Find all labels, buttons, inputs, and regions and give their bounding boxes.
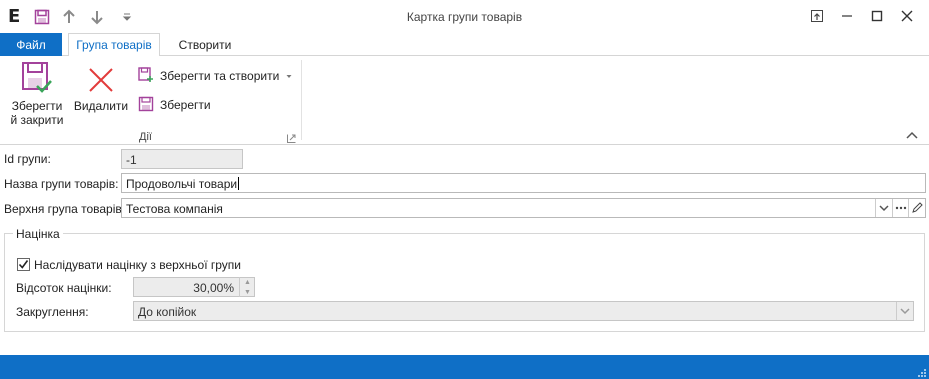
close-icon[interactable]: [893, 4, 921, 28]
spin-up-icon[interactable]: ▲: [240, 277, 255, 287]
minimize-icon[interactable]: [833, 4, 861, 28]
save-create-icon: [138, 66, 154, 86]
delete-button[interactable]: Видалити: [72, 59, 130, 113]
id-label: Id групи:: [4, 152, 51, 166]
tab-create[interactable]: Створити: [170, 33, 240, 57]
collapse-ribbon-icon[interactable]: [904, 128, 920, 142]
form-area: Id групи: -1 Назва групи товарів: Продов…: [0, 145, 929, 355]
rounding-label: Закруглення:: [16, 305, 89, 319]
save-label: Зберегти: [160, 98, 211, 112]
resize-grip-icon[interactable]: [917, 367, 927, 377]
ribbon-group-label-actions: Дії: [139, 131, 152, 143]
markup-percent-field[interactable]: 30,00%: [133, 277, 255, 297]
window-title: Картка групи товарів: [406, 10, 523, 24]
arrow-down-icon[interactable]: [87, 7, 107, 27]
save-icon[interactable]: [32, 7, 52, 27]
delete-label: Видалити: [73, 99, 129, 113]
parent-group-edit-icon[interactable]: [908, 199, 925, 217]
tab-file[interactable]: Файл: [0, 33, 62, 56]
parent-group-browse-icon[interactable]: [892, 199, 909, 217]
delete-icon: [84, 59, 118, 95]
ribbon-tabs: Файл Група товарів Створити: [0, 33, 929, 57]
inherit-markup-label[interactable]: Наслідувати націнку з верхньої групи: [34, 258, 241, 272]
rounding-dropdown-icon[interactable]: [896, 302, 913, 320]
parent-group-value: Тестова компанія: [126, 202, 223, 216]
inherit-markup-checkbox[interactable]: [17, 258, 30, 271]
name-label: Назва групи товарів:: [4, 177, 119, 191]
save-close-label: Зберегти й закрити: [10, 99, 64, 127]
arrow-up-icon[interactable]: [59, 7, 79, 27]
text-caret: [238, 177, 240, 190]
markup-group-title: Націнка: [13, 227, 63, 241]
markup-percent-label: Відсоток націнки:: [16, 281, 112, 295]
save-close-button[interactable]: Зберегти й закрити: [8, 59, 66, 127]
customize-dropdown-icon[interactable]: [117, 7, 137, 27]
tab-product-group[interactable]: Група товарів: [68, 33, 160, 57]
ribbon-group-separator: [301, 60, 302, 140]
markup-percent-spinner[interactable]: ▲ ▼: [239, 277, 255, 297]
dialog-launcher-icon[interactable]: [287, 132, 296, 143]
title-bar: E Картка групи товарів: [0, 0, 929, 33]
parent-group-field[interactable]: Тестова компанія: [121, 198, 926, 218]
pin-icon[interactable]: [803, 4, 831, 28]
save-small-icon: [138, 96, 154, 115]
parent-group-dropdown-icon[interactable]: [875, 199, 892, 217]
rounding-select[interactable]: До копійок: [133, 301, 914, 321]
save-create-dropdown-icon[interactable]: [285, 69, 293, 83]
status-bar: [0, 355, 929, 379]
save-create-button[interactable]: Зберегти та створити: [138, 65, 293, 87]
save-close-icon: [20, 59, 54, 95]
ribbon: Зберегти й закрити Видалити Зберегти та …: [0, 56, 929, 145]
name-field-value: Продовольчі товари: [126, 177, 238, 191]
app-logo: E: [8, 6, 21, 27]
id-field[interactable]: -1: [121, 149, 243, 169]
maximize-icon[interactable]: [863, 4, 891, 28]
parent-group-label: Верхня група товарів:: [4, 202, 126, 216]
name-field[interactable]: Продовольчі товари: [121, 173, 926, 193]
save-create-label: Зберегти та створити: [160, 69, 280, 83]
save-button[interactable]: Зберегти: [138, 94, 211, 116]
spin-down-icon[interactable]: ▼: [240, 287, 255, 297]
